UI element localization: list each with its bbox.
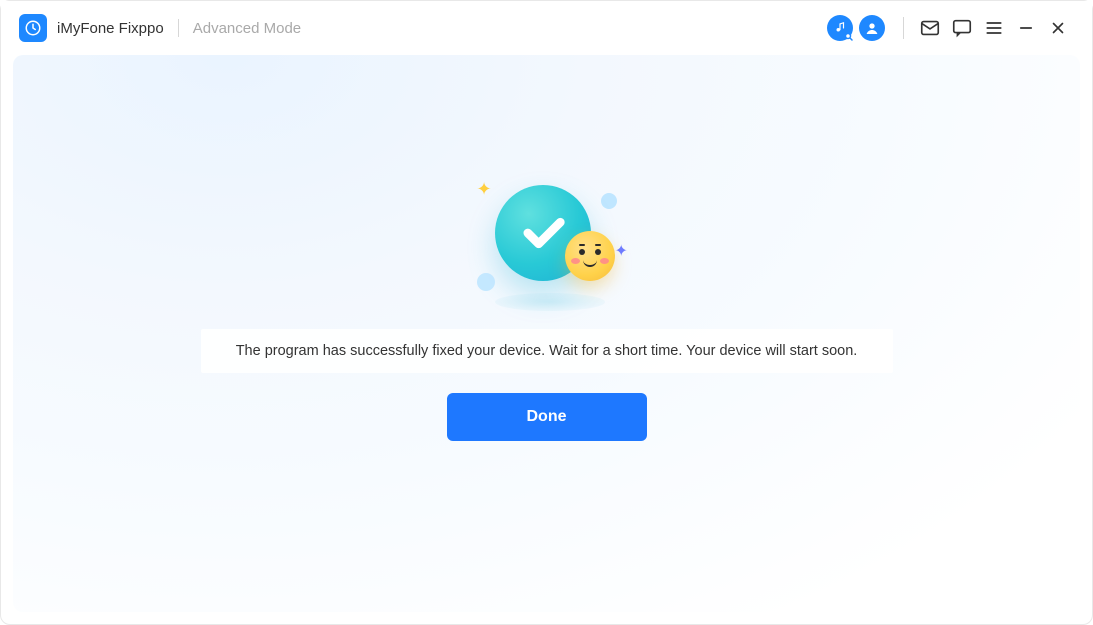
content-area: ✦ ✦ The program has successfully fixed y… bbox=[13, 55, 1080, 612]
music-search-icon[interactable] bbox=[827, 15, 853, 41]
mode-label: Advanced Mode bbox=[193, 20, 301, 37]
sparkle-icon: ✦ bbox=[477, 179, 492, 200]
app-title: iMyFone Fixppo bbox=[57, 20, 164, 37]
shadow-decor bbox=[495, 293, 605, 311]
done-button[interactable]: Done bbox=[447, 393, 647, 441]
smile-face-icon bbox=[565, 231, 615, 281]
title-divider bbox=[178, 19, 179, 37]
bubble-decor bbox=[477, 273, 495, 291]
close-icon[interactable] bbox=[1042, 12, 1074, 44]
sparkle-icon: ✦ bbox=[615, 241, 628, 261]
app-logo-icon bbox=[19, 14, 47, 42]
result-message: The program has successfully fixed your … bbox=[201, 329, 893, 373]
menu-icon[interactable] bbox=[978, 12, 1010, 44]
mail-icon[interactable] bbox=[914, 12, 946, 44]
titlebar-separator bbox=[903, 17, 904, 39]
account-icon[interactable] bbox=[859, 15, 885, 41]
success-illustration: ✦ ✦ bbox=[447, 175, 647, 315]
titlebar: iMyFone Fixppo Advanced Mode bbox=[1, 1, 1092, 55]
feedback-icon[interactable] bbox=[946, 12, 978, 44]
bubble-decor bbox=[601, 193, 617, 209]
minimize-icon[interactable] bbox=[1010, 12, 1042, 44]
